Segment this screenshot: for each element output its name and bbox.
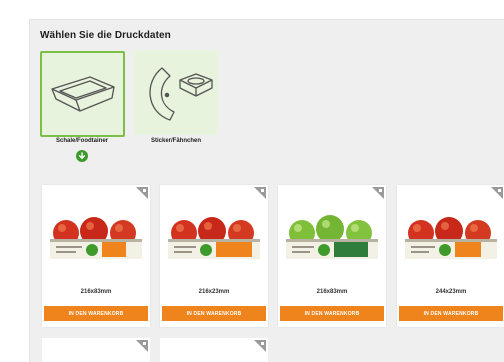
choice-tray[interactable] (40, 51, 125, 137)
product-image-green-apples (282, 213, 382, 278)
choice-sticker[interactable] (134, 50, 218, 135)
corner-tag-icon[interactable] (254, 187, 266, 199)
corner-tag-icon[interactable] (254, 340, 266, 352)
corner-tag-icon[interactable] (372, 187, 384, 199)
corner-tag-icon[interactable] (136, 340, 148, 352)
check-circle-icon (76, 150, 88, 162)
product-card-partial[interactable] (160, 338, 268, 362)
corner-tag-icon[interactable] (491, 187, 503, 199)
product-size: 216x23mm (198, 289, 230, 295)
product-size: 216x83mm (80, 289, 112, 295)
product-image-red-apples (46, 213, 146, 278)
product-size: 244x23mm (435, 289, 467, 295)
add-to-cart-button[interactable]: IN DEN WARENKORB (44, 306, 148, 321)
corner-tag-icon[interactable] (136, 187, 148, 199)
product-card[interactable]: 216x83mm IN DEN WARENKORB (278, 185, 386, 327)
choice-sticker-label: Sticker/Fähnchen (150, 138, 201, 144)
page-title: Wählen Sie die Druckdaten (40, 30, 171, 41)
add-to-cart-button[interactable]: IN DEN WARENKORB (280, 306, 384, 321)
product-image-red-apples (401, 213, 501, 278)
product-card-partial[interactable] (42, 338, 150, 362)
product-card[interactable]: 216x23mm IN DEN WARENKORB (160, 185, 268, 327)
add-to-cart-button[interactable]: IN DEN WARENKORB (162, 306, 266, 321)
choice-tray-label: Schale/Foodtainer (55, 138, 108, 144)
product-size: 216x83mm (316, 289, 348, 295)
add-to-cart-button[interactable]: IN DEN WARENKORB (399, 306, 503, 321)
product-card[interactable]: 216x83mm IN DEN WARENKORB (42, 185, 150, 327)
product-image-red-apples (164, 213, 264, 278)
print-data-panel: Wählen Sie die Druckdaten Schale/Foodtai… (29, 19, 504, 362)
product-card[interactable]: 244x23mm IN DEN WARENKORB (397, 185, 504, 327)
